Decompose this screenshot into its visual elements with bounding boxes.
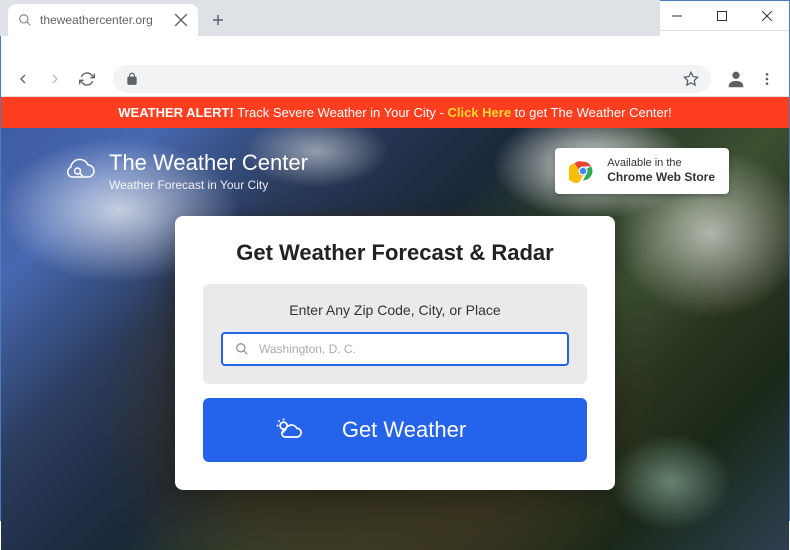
- brand-subtitle: Weather Forecast in Your City: [109, 178, 308, 192]
- store-line1: Available in the: [607, 157, 681, 169]
- input-label: Enter Any Zip Code, City, or Place: [221, 302, 569, 318]
- new-tab-button[interactable]: [204, 6, 232, 34]
- profile-button[interactable]: [723, 66, 749, 92]
- alert-banner: WEATHER ALERT! Track Severe Weather in Y…: [1, 97, 789, 128]
- search-icon: [235, 342, 249, 356]
- tab-title: theweathercenter.org: [40, 13, 153, 27]
- sun-cloud-icon: [274, 416, 302, 444]
- page-header: The Weather Center Weather Forecast in Y…: [1, 128, 789, 204]
- reload-button[interactable]: [73, 65, 101, 93]
- store-line2: Chrome Web Store: [607, 170, 715, 186]
- minimize-button[interactable]: [654, 1, 699, 31]
- chrome-icon: [569, 157, 597, 185]
- alert-text2: to get The Weather Center!: [511, 105, 672, 120]
- maximize-button[interactable]: [699, 1, 744, 31]
- input-section: Enter Any Zip Code, City, or Place: [203, 284, 587, 384]
- menu-button[interactable]: [753, 65, 781, 93]
- browser-tab[interactable]: theweathercenter.org: [8, 4, 198, 36]
- address-bar: [1, 61, 789, 97]
- forward-button[interactable]: [41, 65, 69, 93]
- search-field[interactable]: [221, 332, 569, 366]
- card-title: Get Weather Forecast & Radar: [203, 240, 587, 266]
- button-label: Get Weather: [342, 417, 466, 443]
- search-card: Get Weather Forecast & Radar Enter Any Z…: [175, 216, 615, 490]
- alert-prefix: WEATHER ALERT!: [118, 105, 234, 120]
- tab-strip: theweathercenter.org: [0, 0, 660, 36]
- alert-link[interactable]: Click Here: [447, 105, 511, 120]
- location-input[interactable]: [259, 342, 555, 356]
- back-button[interactable]: [9, 65, 37, 93]
- page-content: WEATHER ALERT! Track Severe Weather in Y…: [1, 97, 789, 550]
- get-weather-button[interactable]: Get Weather: [203, 398, 587, 462]
- alert-text: Track Severe Weather in Your City -: [234, 105, 448, 120]
- url-input[interactable]: [113, 65, 711, 93]
- search-icon: [18, 13, 32, 27]
- close-icon[interactable]: [174, 13, 188, 27]
- chrome-store-badge[interactable]: Available in the Chrome Web Store: [555, 148, 729, 194]
- brand: The Weather Center Weather Forecast in Y…: [61, 150, 308, 192]
- brand-title: The Weather Center: [109, 150, 308, 176]
- lock-icon: [125, 72, 139, 86]
- window-close-button[interactable]: [744, 1, 789, 31]
- bookmark-star-icon[interactable]: [683, 71, 699, 87]
- cloud-search-icon: [61, 153, 97, 189]
